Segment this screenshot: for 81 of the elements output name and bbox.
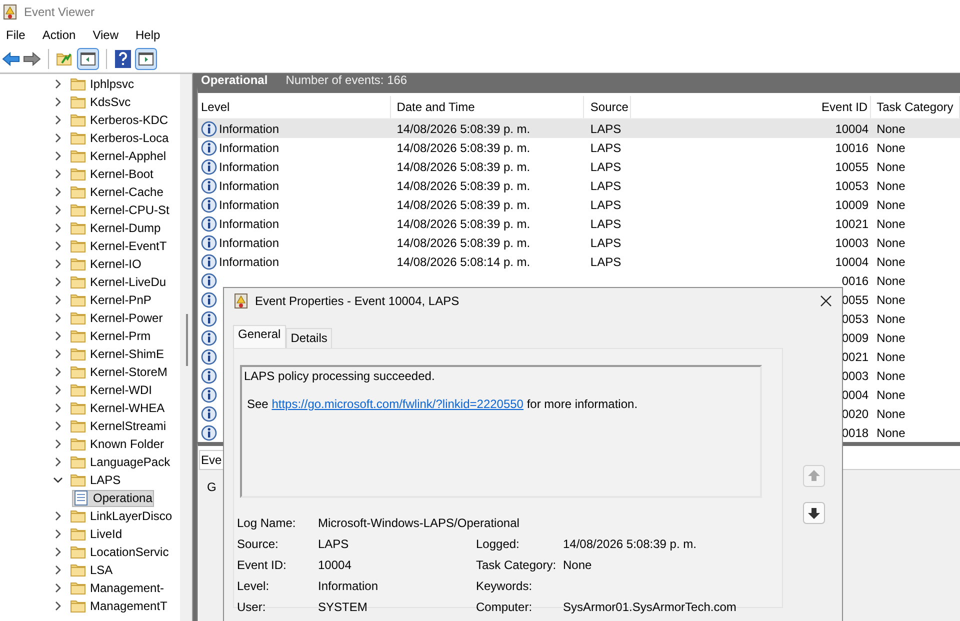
table-cell: None (876, 312, 906, 326)
table-cell: None (876, 368, 906, 382)
table-cell: Information (219, 236, 280, 250)
table-cell: 0003 (842, 368, 869, 382)
field-value: 10004 (318, 558, 352, 572)
field-label: Computer: (476, 600, 534, 614)
table-cell: Information (219, 216, 280, 230)
table-cell: Information (219, 140, 280, 154)
message-text: See https://go.microsoft.com/fwlink/?linkid=2220550 for more information. (246, 397, 639, 411)
table-cell: None (876, 160, 906, 174)
table-cell: 14/08/2026 5:08:39 p. m. (396, 216, 530, 230)
table-cell: 0021 (842, 350, 869, 364)
table-cell: None (876, 274, 906, 288)
table-cell: LAPS (590, 178, 622, 192)
table-cell: 0009 (842, 330, 869, 344)
table-cell: LAPS (590, 140, 622, 154)
field-value: None (563, 558, 593, 572)
message-text: LAPS policy processing succeeded. (244, 369, 436, 383)
table-cell: 10021 (835, 216, 869, 230)
table-cell: LAPS (590, 236, 622, 250)
field-label: Event ID: (237, 558, 288, 572)
field-value: Information (318, 578, 380, 592)
table-cell: Information (219, 254, 280, 268)
table-cell: 10004 (835, 254, 869, 268)
table-cell: LAPS (590, 160, 622, 174)
table-cell: 14/08/2026 5:08:39 p. m. (396, 122, 530, 136)
table-cell: None (876, 426, 906, 440)
table-cell: 14/08/2026 5:08:39 p. m. (396, 236, 530, 250)
table-cell: None (876, 140, 906, 154)
table-cell: 0055 (842, 292, 869, 306)
dialog-title: Event Properties - Event 10004, LAPS (255, 294, 460, 308)
table-cell: 14/08/2026 5:08:39 p. m. (396, 198, 530, 212)
table-cell: LAPS (590, 122, 622, 136)
field-label: Source: (237, 536, 280, 550)
table-cell: None (876, 406, 906, 420)
field-value: Microsoft-Windows-LAPS/Operational (318, 516, 520, 530)
table-cell: 10009 (835, 198, 869, 212)
field-label: Level: (237, 578, 270, 592)
table-cell: 0053 (842, 312, 869, 326)
field-label: Keywords: (476, 578, 534, 592)
field-label: User: (237, 600, 267, 614)
table-cell: LAPS (590, 198, 622, 212)
table-cell: 0018 (842, 426, 869, 440)
table-cell: Information (219, 198, 280, 212)
table-cell: LAPS (590, 254, 622, 268)
field-label: Task Category: (476, 558, 558, 572)
table-cell: 10004 (835, 122, 869, 136)
table-cell: None (876, 122, 906, 136)
event-count: Number of events: 166 (286, 73, 408, 87)
table-cell: 0004 (842, 388, 869, 402)
table-cell: None (876, 350, 906, 364)
field-value: SYSTEM (318, 600, 368, 614)
table-cell: None (876, 178, 906, 192)
table-cell: LAPS (590, 216, 622, 230)
table-cell: 0020 (842, 406, 869, 420)
table-cell: 10055 (835, 160, 869, 174)
field-value: 14/08/2026 5:08:39 p. m. (563, 536, 698, 550)
table-cell: 0016 (842, 274, 869, 288)
window-title: Event Viewer (24, 5, 94, 19)
table-cell: None (876, 330, 906, 344)
table-cell: Information (219, 160, 280, 174)
table-cell: Information (219, 122, 280, 136)
table-cell: None (876, 254, 906, 268)
table-cell: 14/08/2026 5:08:39 p. m. (396, 140, 530, 154)
table-cell: 14/08/2026 5:08:39 p. m. (396, 160, 530, 174)
log-name: Operational (201, 73, 268, 87)
table-cell: 10053 (835, 178, 869, 192)
table-cell: None (876, 292, 906, 306)
table-cell: 10016 (835, 140, 869, 154)
table-cell: None (876, 236, 906, 250)
field-label: Log Name: (237, 516, 297, 530)
field-value: LAPS (318, 536, 350, 550)
table-cell: None (876, 388, 906, 402)
field-value: SysArmor01.SysArmorTech.com (563, 600, 738, 614)
table-cell: 10003 (835, 236, 869, 250)
table-cell: None (876, 198, 906, 212)
table-cell: 14/08/2026 5:08:39 p. m. (396, 178, 530, 192)
table-cell: None (876, 216, 906, 230)
table-cell: Information (219, 178, 280, 192)
field-label: Logged: (476, 536, 520, 550)
table-cell: 14/08/2026 5:08:14 p. m. (396, 254, 530, 268)
